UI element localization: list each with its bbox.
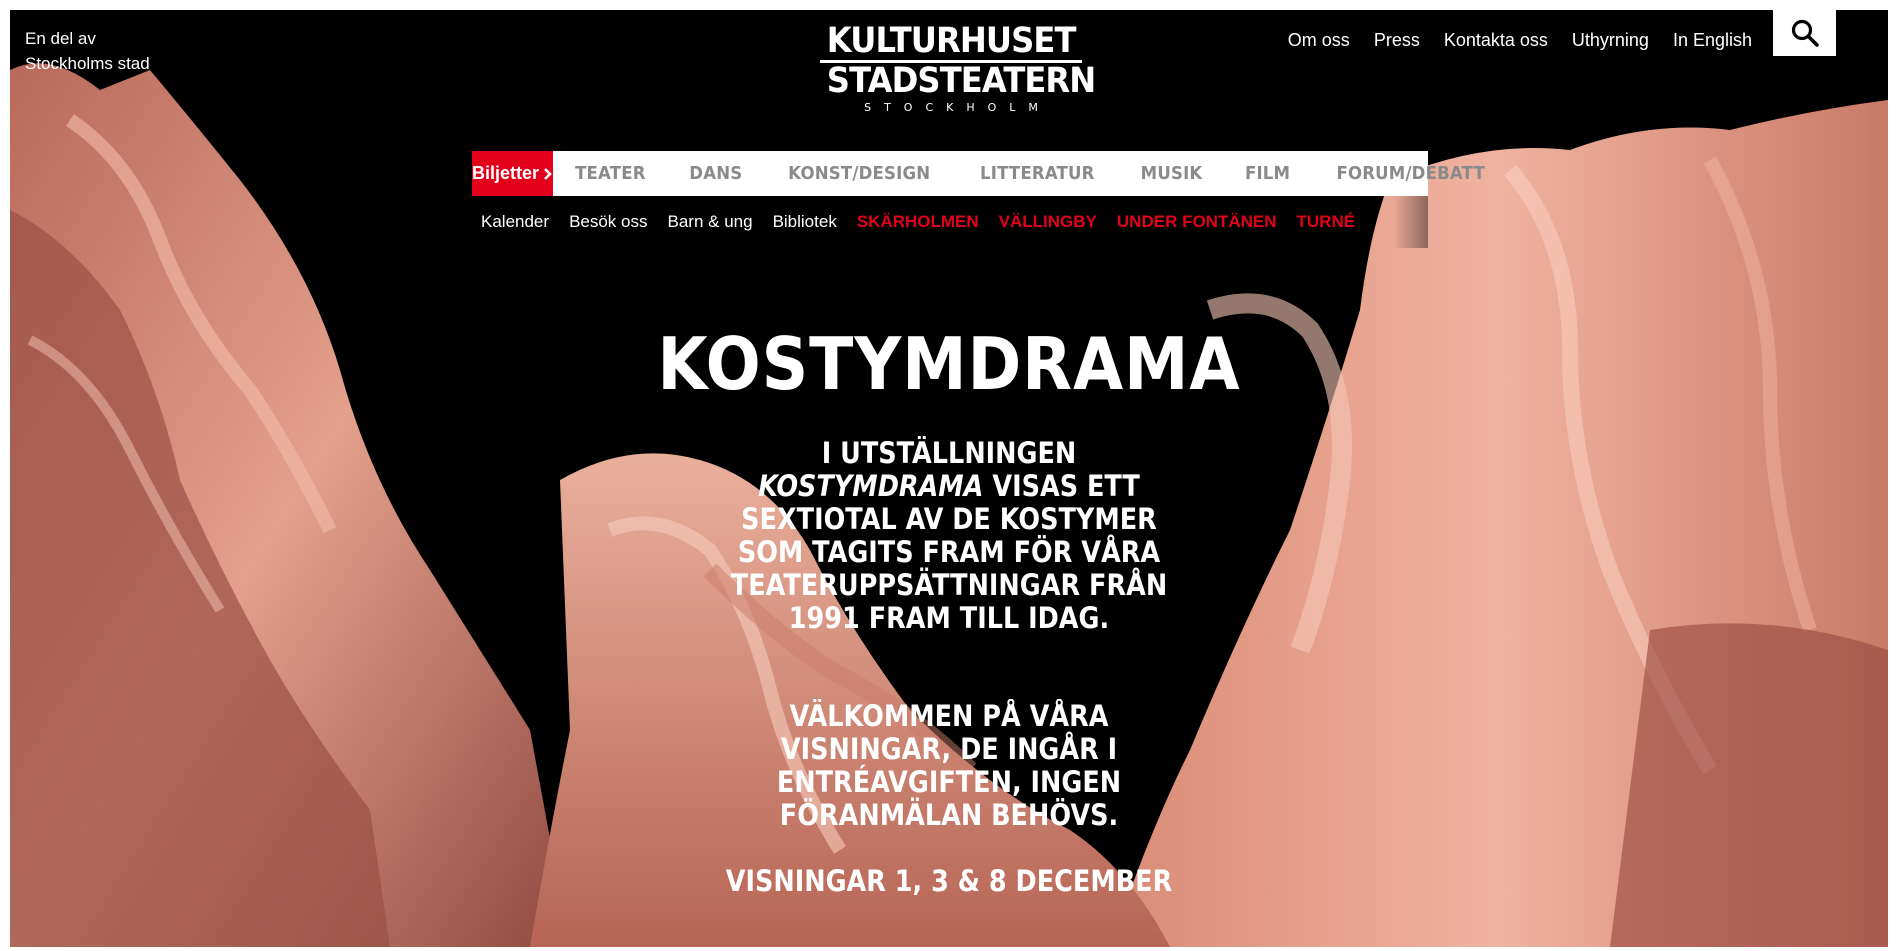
tickets-button[interactable]: Biljetter <box>472 151 554 196</box>
nav-item-teater[interactable]: TEATER <box>558 163 664 184</box>
subnav-besok-oss[interactable]: Besök oss <box>569 212 647 232</box>
hero-frame: En del av Stockholms stad KULTURHUSET ST… <box>10 10 1888 947</box>
hero-dates-text: Visningar 1, 3 & 8 december <box>725 864 1173 898</box>
hero-dates: Visningar 1, 3 & 8 december <box>10 865 1888 898</box>
subnav-fade <box>1394 196 1428 248</box>
subnav-kalender[interactable]: Kalender <box>481 212 549 232</box>
nav-item-konst-design[interactable]: KONST/DESIGN <box>771 163 948 184</box>
nav-item-musik[interactable]: MUSIK <box>1123 163 1220 184</box>
nav-item-forum-debatt[interactable]: FORUM/DEBATT <box>1319 163 1502 184</box>
logo-line-stockholm: STOCKHOLM <box>864 101 1051 114</box>
nav-item-film[interactable]: FILM <box>1227 163 1307 184</box>
nav-item-litteratur[interactable]: LITTERATUR <box>962 163 1112 184</box>
util-link-om-oss[interactable]: Om oss <box>1276 22 1362 59</box>
site-logo[interactable]: KULTURHUSET STADSTEATERN STOCKHOLM <box>816 21 1096 114</box>
util-link-press[interactable]: Press <box>1362 22 1432 59</box>
hero-title: KOSTYMDRAMA <box>10 322 1888 406</box>
subnav-turne[interactable]: TURNÉ <box>1297 212 1356 232</box>
chevron-right-icon <box>544 167 552 180</box>
sub-nav: Kalender Besök oss Barn & ung Bibliotek … <box>472 196 1428 248</box>
city-affiliation-note: En del av Stockholms stad <box>25 29 150 73</box>
util-link-kontakta-oss[interactable]: Kontakta oss <box>1432 22 1560 59</box>
nav-item-dans[interactable]: DANS <box>672 163 760 184</box>
subnav-skarholmen[interactable]: SKÄRHOLMEN <box>857 212 979 232</box>
subnav-under-fontanen[interactable]: UNDER FONTÄNEN <box>1117 212 1277 232</box>
logo-line-stadsteatern: STADSTEATERN <box>826 61 1096 101</box>
util-link-in-english[interactable]: In English <box>1661 22 1764 59</box>
subnav-vallingby[interactable]: VÄLLINGBY <box>999 212 1097 232</box>
hero-intro: I utställningen Kostymdrama visas ett se… <box>10 437 1888 635</box>
subnav-barn-ung[interactable]: Barn & ung <box>668 212 753 232</box>
hero-intro-em: Kostymdrama <box>758 469 984 503</box>
util-link-uthyrning[interactable]: Uthyrning <box>1560 22 1661 59</box>
hero-title-text: KOSTYMDRAMA <box>657 322 1241 406</box>
logo-line-kulturhuset: KULTURHUSET <box>826 21 1077 61</box>
search-icon <box>1791 19 1819 47</box>
utility-nav: Om oss Press Kontakta oss Uthyrning In E… <box>1276 22 1764 59</box>
hero-welcome: Välkommen på våra visningar, de ingår i … <box>10 700 1888 832</box>
tickets-label: Biljetter <box>472 163 540 183</box>
hero-intro-prefix: I utställningen <box>821 436 1077 470</box>
main-nav: Biljetter TEATER DANS KONST/DESIGN LITTE… <box>472 151 1485 196</box>
subnav-bibliotek[interactable]: Bibliotek <box>773 212 837 232</box>
hero-welcome-text: Välkommen på våra visningar, de ingår i … <box>776 699 1122 832</box>
search-button[interactable] <box>1773 10 1836 56</box>
